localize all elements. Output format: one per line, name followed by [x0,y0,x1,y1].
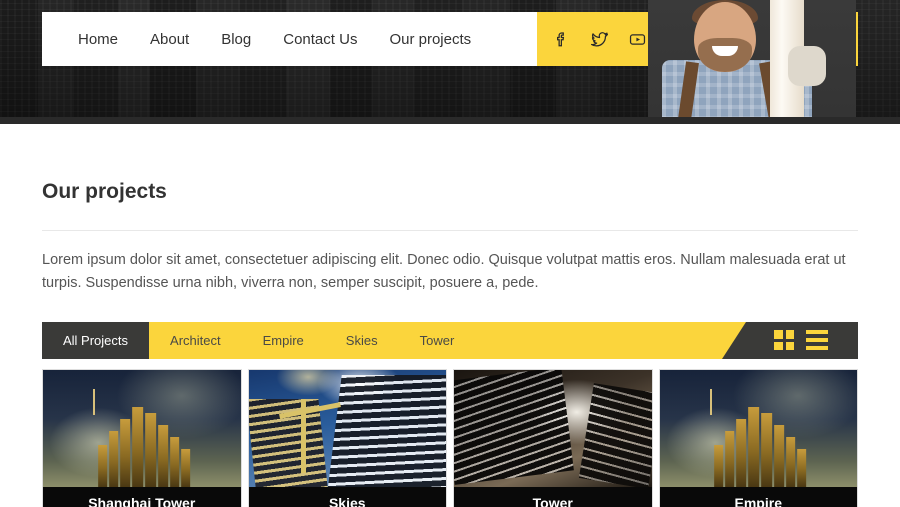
nav-item-blog[interactable]: Blog [205,31,267,48]
nav-item-home[interactable]: Home [62,31,134,48]
youtube-icon[interactable] [627,29,647,49]
title-divider [42,230,858,231]
facebook-icon[interactable] [551,29,571,49]
deco-tower-shape [710,391,814,487]
project-card[interactable]: Shanghai Tower [42,368,242,507]
header-bottom-edge [0,117,900,124]
tower-main-building [454,369,574,485]
nav-list: Home About Blog Contact Us Our projects [42,12,537,66]
filter-skies[interactable]: Skies [325,322,399,359]
grid-view-toggle[interactable] [774,330,794,351]
worker-glove [788,46,826,86]
project-thumbnail [659,369,857,487]
page-description: Lorem ipsum dolor sit amet, consectetuer… [42,252,846,292]
tower-image [454,369,652,487]
project-title: Shanghai Tower [43,486,241,507]
project-card[interactable]: Empire [658,368,858,507]
filter-tower[interactable]: Tower [399,322,476,359]
filter-architect[interactable]: Architect [149,322,242,359]
filter-empire[interactable]: Empire [242,322,325,359]
view-toggle-group [722,321,858,359]
art-deco-tower-image [43,369,241,487]
nav-item-our-projects[interactable]: Our projects [373,31,487,48]
project-title: Empire [659,486,857,507]
deco-tower-shape [94,391,198,487]
filter-all-projects[interactable]: All Projects [42,321,150,359]
nav-item-about[interactable]: About [134,31,205,48]
project-thumbnail [248,369,446,487]
project-filter-bar: All Projects Architect Empire Skies Towe… [42,321,858,359]
project-title: Tower [454,486,652,507]
twitter-icon[interactable] [589,29,609,49]
skies-glass-tower [328,374,446,487]
main-navigation: Home About Blog Contact Us Our projects [42,12,537,66]
project-thumbnail [43,369,241,487]
project-card[interactable]: Tower [453,368,653,507]
deco-spire [93,388,95,415]
page-title: Our projects [42,180,167,203]
site-header: Home About Blog Contact Us Our projects [0,0,900,124]
skies-image [248,369,446,487]
main-content: Our projects Lorem ipsum dolor sit amet,… [0,180,900,507]
nav-item-contact-us[interactable]: Contact Us [267,31,373,48]
tower-side-building [578,383,652,487]
construction-worker-photo [648,0,856,117]
list-view-toggle[interactable] [806,330,828,351]
deco-spire [709,388,712,415]
art-deco-tower-image [659,369,857,487]
project-title: Skies [248,486,446,507]
project-card[interactable]: Skies [247,368,447,507]
project-thumbnail [454,369,652,487]
project-grid: Shanghai Tower Skies Tower Empire [42,368,858,507]
